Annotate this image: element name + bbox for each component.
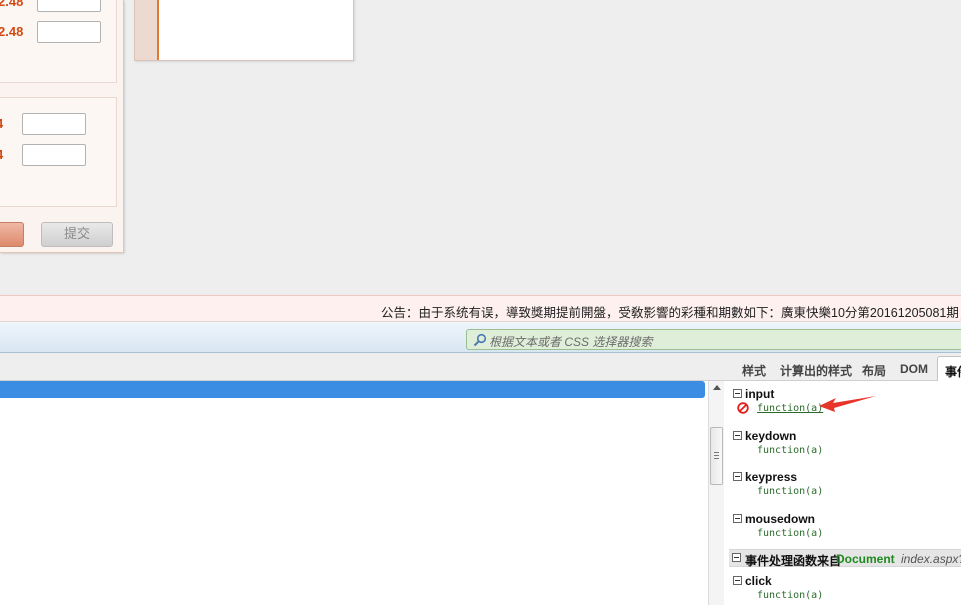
collapse-toggle-icon[interactable] (733, 472, 742, 481)
event-name: keypress (745, 470, 798, 484)
events-pane: input function(a) keydown function(a) ke… (725, 381, 961, 605)
bet-amount-input[interactable] (22, 144, 86, 166)
no-entry-icon (737, 402, 749, 414)
devtools-panel: 根据文本或者 CSS 选择器搜索 样式 计算出的样式 布局 DOM 事件 inp… (0, 322, 961, 605)
event-handler-link[interactable]: function(a) (757, 590, 823, 601)
tab-layout[interactable]: 布局 (862, 362, 886, 379)
annotation-arrow (819, 396, 876, 412)
collapse-toggle-icon[interactable] (733, 389, 742, 398)
bet-amount-input[interactable] (22, 113, 86, 135)
card-side-strip (135, 0, 159, 60)
announcement-bar: 公告：由于系统有误，導致獎期提前開盤，受敎影響的彩種和期數如下：廣東快樂10分第… (0, 295, 961, 322)
event-handler-link[interactable]: function(a) (757, 403, 823, 414)
content-card (134, 0, 354, 61)
bet-amount-input[interactable] (37, 0, 101, 12)
bet-panel: 2.48 2.48 4 4 提交 (0, 0, 124, 253)
collapse-toggle-icon[interactable] (732, 553, 741, 562)
collapse-toggle-icon[interactable] (733, 514, 742, 523)
web-page: 2.48 2.48 4 4 提交 (0, 0, 961, 295)
odds-value: 2.48 (0, 0, 24, 9)
selector-search-input[interactable]: 根据文本或者 CSS 选择器搜索 (466, 329, 961, 350)
devtools-toolbar: 根据文本或者 CSS 选择器搜索 (0, 322, 961, 353)
section-file-link[interactable]: index.aspx?I (901, 552, 961, 566)
event-name: click (745, 574, 772, 588)
reset-button[interactable] (0, 222, 24, 247)
vertical-scrollbar[interactable] (708, 381, 724, 605)
scroll-up-icon[interactable] (713, 385, 721, 390)
odds-box-1: 2.48 2.48 (0, 0, 117, 83)
grip-icon (714, 452, 719, 459)
selected-html-node[interactable] (0, 381, 705, 398)
event-name: keydown (745, 429, 797, 443)
odds-box-2: 4 4 (0, 97, 117, 207)
event-handler-link[interactable]: function(a) (757, 445, 823, 456)
search-icon (473, 333, 487, 347)
html-tree-pane (0, 381, 708, 605)
event-name: input (745, 387, 775, 401)
tab-events[interactable]: 事件 (937, 356, 961, 382)
tab-dom[interactable]: DOM (900, 362, 928, 376)
tab-styles[interactable]: 样式 (742, 362, 766, 379)
search-placeholder: 根据文本或者 CSS 选择器搜索 (489, 335, 653, 349)
tab-computed-styles[interactable]: 计算出的样式 (780, 362, 852, 379)
section-label: 事件处理函数来自 (745, 554, 842, 568)
bet-amount-input[interactable] (37, 21, 101, 43)
event-handler-link[interactable]: function(a) (757, 528, 823, 539)
event-handler-link[interactable]: function(a) (757, 486, 823, 497)
collapse-toggle-icon[interactable] (733, 576, 742, 585)
side-panel-tabs: 样式 计算出的样式 布局 DOM 事件 (0, 353, 961, 382)
event-name: mousedown (745, 512, 816, 526)
submit-button[interactable]: 提交 (41, 222, 113, 247)
collapse-toggle-icon[interactable] (733, 431, 742, 440)
announcement-text: 公告：由于系统有误，導致獎期提前開盤，受敎影響的彩種和期數如下：廣東快樂10分第… (381, 306, 961, 320)
odds-value: 4 (0, 147, 3, 162)
odds-value: 2.48 (0, 24, 24, 39)
odds-value: 4 (0, 116, 3, 131)
section-source: Document (836, 552, 895, 566)
document-handlers-header: 事件处理函数来自 Document index.aspx?I (729, 549, 961, 568)
scroll-thumb[interactable] (710, 427, 723, 485)
